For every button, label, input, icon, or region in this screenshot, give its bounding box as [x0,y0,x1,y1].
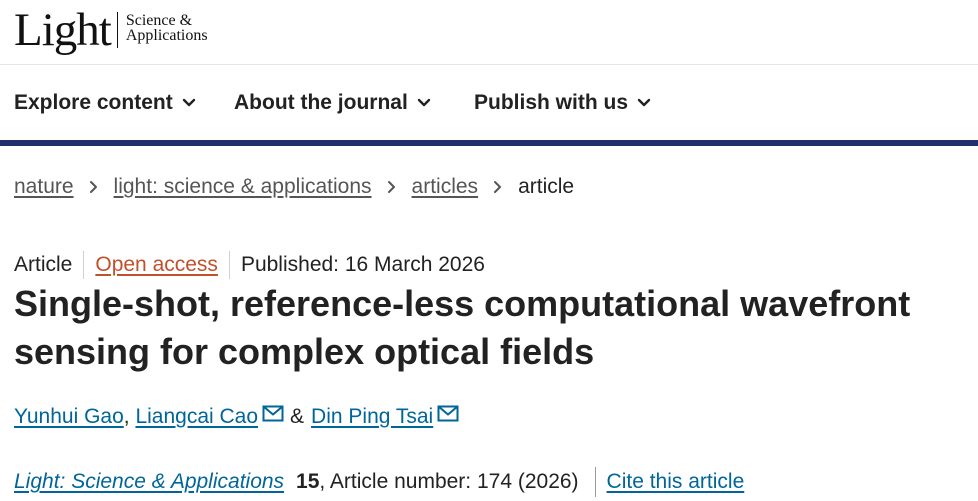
chevron-down-icon [182,98,195,107]
logo-divider [116,12,118,48]
chevron-right-icon [89,181,97,193]
mail-icon[interactable] [437,405,459,422]
nav-about-journal-label: About the journal [234,91,408,114]
nav-about-journal[interactable]: About the journal [234,91,431,115]
article-type: Article [14,253,73,276]
volume: 15 [296,470,320,493]
citation-line: Light: Science & Applications 15 , Artic… [14,467,744,497]
open-access-link[interactable]: Open access [95,253,218,277]
nav-explore-content[interactable]: Explore content [14,91,196,115]
site-header: Light Science & Applications [0,0,978,65]
journal-logo[interactable]: Light Science & Applications [14,4,208,56]
published-date: Published: 16 March 2026 [240,253,485,276]
breadcrumb: nature light: science & applications art… [14,175,574,199]
author-link[interactable]: Din Ping Tsai [311,405,433,429]
main-nav: Explore content About the journal Publis… [0,65,978,140]
meta-divider [83,251,85,279]
chevron-right-icon [494,181,502,193]
article-number: , Article number: 174 (2026) [319,470,579,493]
nav-publish-with-us-label: Publish with us [474,91,629,114]
cite-this-article-link[interactable]: Cite this article [607,470,745,494]
author-separator: , [123,405,136,428]
chevron-down-icon [637,98,651,107]
author-list: Yunhui Gao , Liangcai Cao & Din Ping Tsa… [14,405,463,429]
article-title: Single-shot, reference-less computationa… [14,283,911,372]
chevron-down-icon [417,98,431,107]
breadcrumb-journal[interactable]: light: science & applications [114,175,372,199]
author-link[interactable]: Yunhui Gao [14,405,124,429]
breadcrumb-articles[interactable]: articles [412,175,479,199]
nav-publish-with-us[interactable]: Publish with us [474,91,651,115]
journal-link[interactable]: Light: Science & Applications [14,470,284,494]
nav-explore-content-label: Explore content [14,91,173,114]
chevron-right-icon [387,181,395,193]
author-separator: & [290,405,305,428]
logo-wordmark: Light [14,4,112,56]
meta-divider [228,251,230,279]
breadcrumb-nature[interactable]: nature [14,175,74,199]
logo-subtitle: Science & Applications [125,13,208,44]
breadcrumb-current: article [518,175,575,198]
author-link[interactable]: Liangcai Cao [135,405,258,429]
nav-accent-bar [0,140,978,146]
mail-icon[interactable] [262,405,284,422]
logo-subtitle-line2: Applications [125,27,208,44]
article-meta: Article Open access Published: 16 March … [14,251,485,279]
citation-divider [594,467,596,497]
